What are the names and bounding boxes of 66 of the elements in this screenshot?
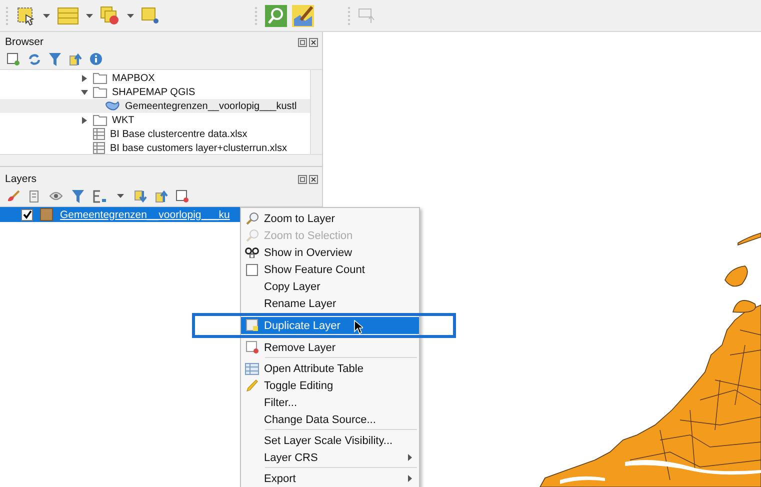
duplicate-layer-icon [246,319,258,332]
menu-item[interactable]: Show in Overview [241,244,419,261]
filter-icon[interactable] [72,190,84,202]
menu-item[interactable]: Duplicate Layer [241,317,419,334]
polygon-layer-icon [105,101,120,111]
expand-all-icon[interactable] [134,190,147,202]
remove-layer-icon[interactable] [176,190,189,202]
style-brush-icon[interactable] [7,190,20,202]
layer-name: Gemeentegrenzen__voorlopig___ku [60,208,230,220]
table-icon [93,128,105,140]
tree-item[interactable]: WKT [112,114,134,126]
panel-title: Browser [5,36,44,48]
deselect-layers-icon[interactable] [100,6,120,26]
menu-item[interactable]: Show Feature Count [241,261,419,278]
menu-item[interactable]: Copy Layer [241,278,419,295]
close-icon[interactable] [309,38,318,46]
tree-item[interactable]: SHAPEMAP QGIS [112,86,196,98]
pencil-icon [246,379,258,392]
menu-item[interactable]: Rename Layer [241,295,419,312]
collapse-all-icon[interactable] [155,190,168,202]
scrollbar[interactable] [310,70,322,154]
info-icon[interactable] [90,53,102,65]
menu-item[interactable]: Toggle Editing [241,377,419,394]
select-location-icon[interactable] [141,6,161,26]
filter-icon[interactable] [49,52,61,66]
menu-item[interactable]: Set Layer Scale Visibility... [241,432,419,449]
search-icon[interactable] [265,4,287,26]
menu-item[interactable]: Remove Layer [241,339,419,356]
folder-icon [93,72,107,84]
mouse-pointer-icon [354,320,363,334]
expand-arrow-icon[interactable] [82,116,86,124]
expression-icon[interactable] [92,190,107,202]
remove-layer-icon [246,341,258,354]
layer-group-icon[interactable] [28,190,41,202]
menu-item[interactable]: Export [241,470,419,487]
add-layer-icon[interactable] [7,52,20,66]
dropdown-caret-icon[interactable] [43,14,50,18]
expand-arrow-icon[interactable] [82,74,86,82]
glasses-icon [245,247,259,258]
menu-item[interactable]: Change Data Source... [241,411,419,428]
float-panel-icon[interactable] [298,174,307,184]
dropdown-caret-icon[interactable] [86,14,93,18]
dropdown-caret-icon[interactable] [127,14,134,18]
select-features-icon[interactable] [16,6,36,26]
menu-item[interactable]: Open Attribute Table [241,360,419,377]
map-edit-icon[interactable] [292,4,314,26]
menu-item[interactable]: Filter... [241,394,419,411]
collapse-arrow-icon[interactable] [80,90,88,94]
dropdown-caret-icon[interactable] [117,194,124,198]
tree-item[interactable]: BI base customers layer+clusterrun.xlsx [110,142,288,154]
menu-item[interactable]: Layer CRS [241,449,419,466]
tree-item[interactable]: MAPBOX [112,72,155,84]
magnifier-icon [246,229,258,242]
collapse-all-icon[interactable] [69,52,82,66]
checkbox[interactable] [246,264,258,276]
attribute-table-icon[interactable] [57,6,79,24]
eye-icon[interactable] [49,190,64,202]
refresh-icon[interactable] [28,52,41,66]
scrollbar[interactable] [0,154,322,167]
close-icon[interactable] [309,174,318,184]
tree-item[interactable]: BI Base clustercentre data.xlsx [110,128,248,140]
float-panel-icon[interactable] [298,38,307,46]
table-icon [245,362,259,374]
checkbox[interactable] [21,208,33,220]
panel-title: Layers [5,173,37,185]
magnifier-icon [246,212,258,225]
